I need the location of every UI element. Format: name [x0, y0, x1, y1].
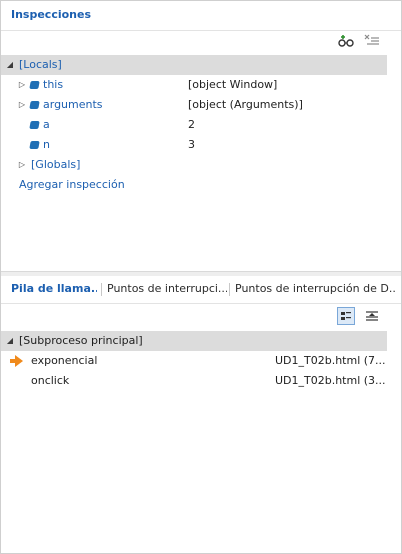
frames-toggle-icon — [341, 312, 351, 320]
locals-group-row[interactable]: ◢ [Locals] — [1, 55, 387, 75]
watch-item-row[interactable]: ▷ arguments [object (Arguments)] — [1, 95, 387, 115]
frame-location: UD1_T02b.html (7... — [275, 354, 386, 367]
thread-group-row[interactable]: ◢ [Subproceso principal] — [1, 331, 387, 351]
variable-name: this — [43, 78, 64, 91]
tab-separator — [229, 283, 230, 296]
tab-dom-breakpoints[interactable]: Puntos de interrupción de D... — [235, 275, 397, 303]
thread-label: [Subproceso principal] — [19, 334, 143, 347]
current-frame-arrow-icon — [10, 355, 23, 367]
variable-name: arguments — [43, 98, 103, 111]
variable-icon — [29, 101, 40, 109]
add-watch-link[interactable]: Agregar inspección — [19, 175, 125, 195]
add-watch-icon[interactable] — [337, 32, 355, 50]
tab-separator — [101, 283, 102, 296]
watch-panel-header: Inspecciones — [1, 1, 401, 31]
delete-list-icon — [364, 34, 379, 45]
variable-name: a — [43, 118, 50, 131]
call-stack-toolbar — [1, 305, 401, 327]
tab-call-stack[interactable]: Pila de llama... — [11, 275, 97, 303]
step-icon — [366, 311, 378, 321]
expand-triangle-icon[interactable]: ▷ — [17, 95, 27, 115]
watch-item-row[interactable]: ▷ this [object Window] — [1, 75, 387, 95]
watch-item-row[interactable]: n 3 — [1, 135, 387, 155]
variable-value: [object (Arguments)] — [188, 98, 303, 111]
collapse-triangle-icon[interactable]: ◢ — [5, 331, 15, 351]
globals-group-row[interactable]: ▷ [Globals] — [1, 155, 387, 175]
call-stack-list: ◢ [Subproceso principal] exponencial UD1… — [1, 331, 387, 391]
watch-item-row[interactable]: a 2 — [1, 115, 387, 135]
stack-frame-row[interactable]: onclick UD1_T02b.html (3... — [1, 371, 387, 391]
variable-value: 3 — [188, 138, 195, 151]
variable-icon — [29, 141, 40, 149]
debugger-window: Inspecciones ◢ [Locals] ▷ this [object W… — [0, 0, 402, 554]
frame-function-name: exponencial — [31, 354, 98, 367]
locals-label: [Locals] — [19, 58, 62, 71]
frame-function-name: onclick — [31, 374, 70, 387]
bottom-tab-bar: Pila de llama... Puntos de interrupci...… — [1, 275, 401, 304]
globals-label: [Globals] — [31, 158, 81, 171]
clear-all-icon[interactable] — [363, 32, 381, 50]
expand-triangle-icon[interactable]: ▷ — [17, 155, 27, 175]
glasses-icon — [338, 35, 354, 47]
step-to-frame-icon[interactable] — [363, 307, 381, 325]
show-frames-icon[interactable] — [337, 307, 355, 325]
variable-name: n — [43, 138, 50, 151]
frame-location: UD1_T02b.html (3... — [275, 374, 386, 387]
variable-value: 2 — [188, 118, 195, 131]
variable-icon — [29, 121, 40, 129]
variable-value: [object Window] — [188, 78, 278, 91]
expand-triangle-icon[interactable]: ▷ — [17, 75, 27, 95]
watch-tree: ◢ [Locals] ▷ this [object Window] ▷ argu… — [1, 55, 387, 195]
variable-icon — [29, 81, 40, 89]
collapse-triangle-icon[interactable]: ◢ — [5, 55, 15, 75]
add-watch-row: Agregar inspección — [1, 175, 387, 195]
watch-toolbar — [1, 30, 401, 52]
stack-frame-row[interactable]: exponencial UD1_T02b.html (7... — [1, 351, 387, 371]
tab-breakpoints[interactable]: Puntos de interrupci... — [107, 275, 227, 303]
watch-panel-title[interactable]: Inspecciones — [11, 8, 91, 21]
